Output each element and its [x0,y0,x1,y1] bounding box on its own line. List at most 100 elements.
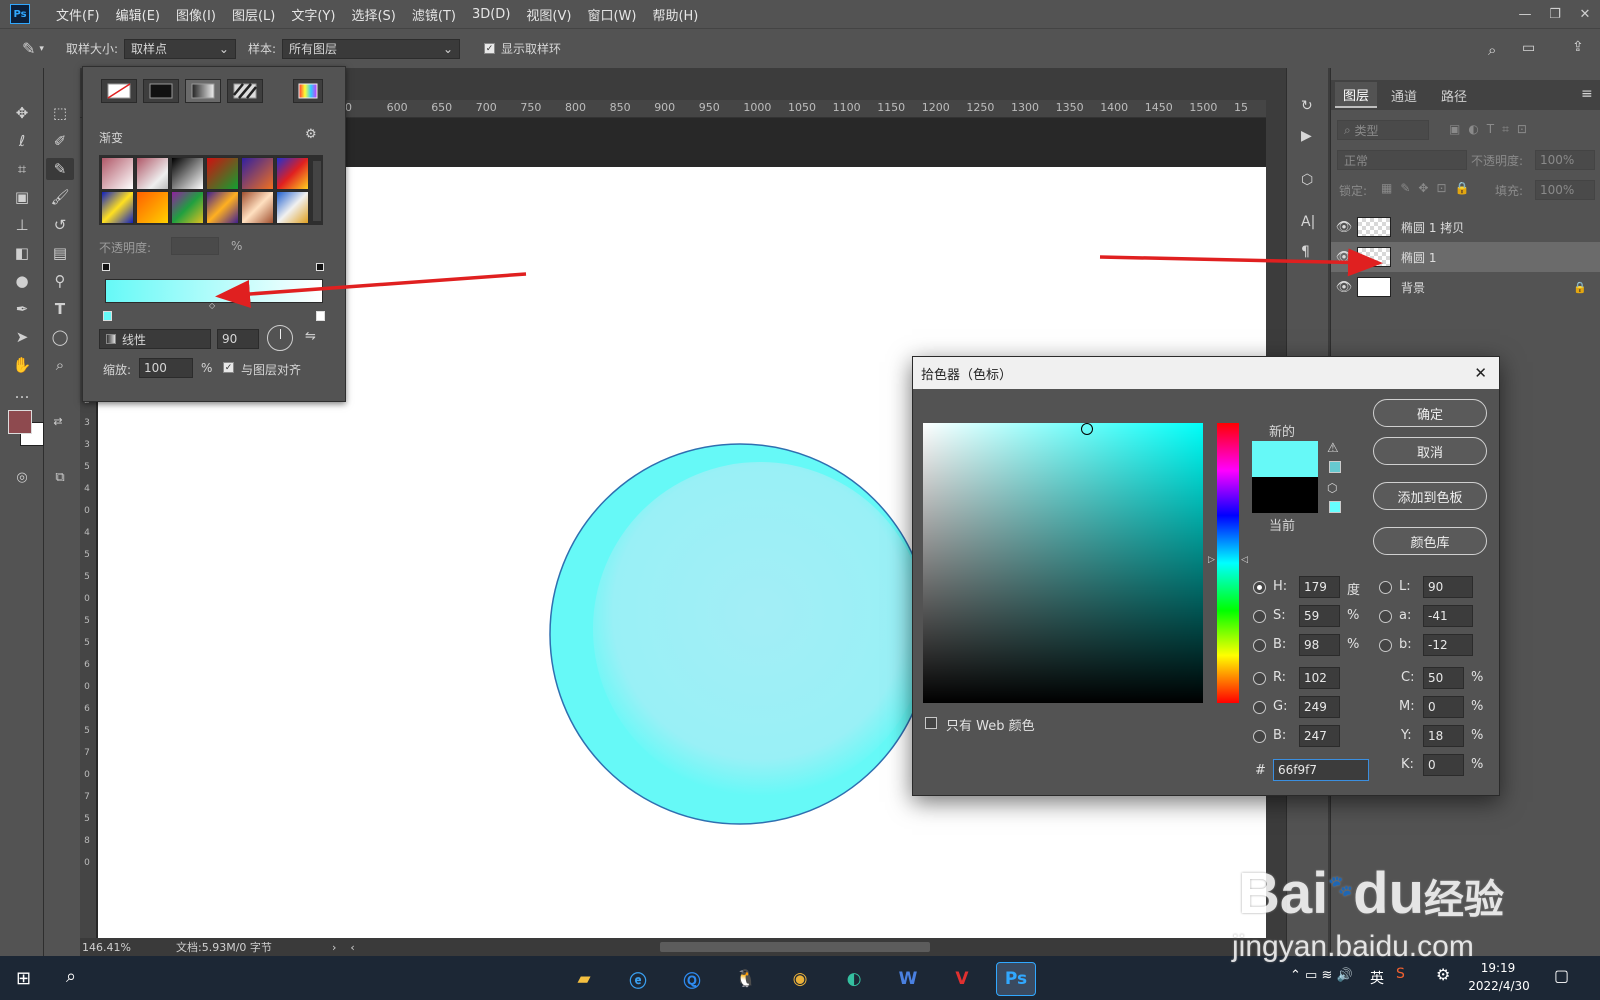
opacity-input[interactable] [171,237,219,255]
stamp-tool-icon[interactable]: ⊥ [8,214,36,236]
menu-3d[interactable]: 3D(D) [464,7,518,22]
notification-icon[interactable]: ▢ [1554,966,1569,985]
chrome-icon[interactable]: ◉ [780,962,820,996]
red-radio[interactable] [1253,672,1266,685]
ellipse-tool-icon[interactable]: ◯ [46,326,74,348]
close-icon[interactable]: ✕ [1474,364,1487,382]
eye-icon[interactable]: 👁 [1331,280,1357,295]
show-ring-checkbox[interactable]: ✓ [484,43,496,54]
chevron-down-icon[interactable]: ▾ [39,44,44,54]
color-stop-right[interactable] [316,311,325,321]
hand-tool-icon[interactable]: ✋ [8,354,36,376]
web-safe-cube-icon[interactable]: ⬡ [1327,481,1337,495]
lock-icons[interactable]: ▦✎✥⊡🔒 [1381,181,1477,195]
gradient-tool-icon[interactable]: ▤ [46,242,74,264]
browser-q-icon[interactable]: Ⓠ [672,962,712,996]
b-channel-field[interactable]: -12 [1423,634,1473,656]
history-brush-icon[interactable]: ↺ [46,214,74,236]
yellow-field[interactable]: 18 [1423,725,1464,747]
menu-select[interactable]: 选择(S) [343,5,403,24]
pattern-fill-button[interactable] [227,79,263,103]
menu-help[interactable]: 帮助(H) [644,5,706,24]
3d-icon[interactable]: ⬡ [1301,172,1313,188]
restore-button[interactable]: ❐ [1540,0,1570,28]
zoom-level[interactable]: 146.41% [82,941,172,954]
layer-row-background[interactable]: 👁 背景 🔒 [1331,272,1600,302]
web-safe-swatch[interactable] [1329,501,1341,513]
gradient-preset[interactable] [206,157,239,190]
green-radio[interactable] [1253,701,1266,714]
opacity-stop-right[interactable] [316,263,324,271]
hue-field[interactable]: 179 [1299,576,1340,598]
close-button[interactable]: ✕ [1570,0,1600,28]
sample-size-select[interactable]: 取样点 ⌄ [123,38,236,59]
color-libraries-button[interactable]: 颜色库 [1373,527,1487,555]
blur-tool-icon[interactable]: ● [8,270,36,292]
layer-filter-select[interactable]: ⌕ 类型 [1337,120,1429,140]
eraser-tool-icon[interactable]: ◧ [8,242,36,264]
magenta-field[interactable]: 0 [1423,696,1464,718]
green-field[interactable]: 249 [1299,696,1340,718]
pen-tool-icon[interactable]: ✒ [8,298,36,320]
saturation-field[interactable]: 59 [1299,605,1340,627]
brightness-field[interactable]: 98 [1299,634,1340,656]
menu-image[interactable]: 图像(I) [168,5,224,24]
black-field[interactable]: 0 [1423,754,1464,776]
hue-slider[interactable] [1217,423,1239,703]
hue-slider-left-arrow-icon[interactable]: ▷ [1208,555,1215,565]
qq-icon[interactable]: 🐧 [726,962,766,996]
windows-start-icon[interactable]: ⊞ [16,968,31,989]
lightness-field[interactable]: 90 [1423,576,1473,598]
gradient-preset[interactable] [276,157,309,190]
layer-opacity-input[interactable]: 100% [1535,150,1595,170]
red-field[interactable]: 102 [1299,667,1340,689]
search-icon[interactable]: ⌕ [1488,41,1496,59]
search-icon[interactable]: ⌕ [66,966,76,987]
history-icon[interactable]: ↻ [1301,98,1313,114]
tab-paths[interactable]: 路径 [1433,82,1475,108]
gradient-preset[interactable] [101,191,134,224]
lightness-radio[interactable] [1379,581,1392,594]
eyedropper-icon[interactable]: ✎ [22,39,35,58]
gradient-preset[interactable] [241,157,274,190]
gradient-preset[interactable] [136,191,169,224]
ie-browser-icon[interactable]: ⓔ [618,962,658,996]
photoshop-taskbar-icon[interactable]: Ps [996,962,1036,996]
marquee-tool-icon[interactable]: ⬚ [46,102,74,124]
menu-file[interactable]: 文件(F) [48,5,108,24]
align-with-layer-checkbox[interactable]: ✓ [223,362,234,373]
b-channel-radio[interactable] [1379,639,1392,652]
cyan-field[interactable]: 50 [1423,667,1464,689]
zoom-tool-icon[interactable]: ⌕ [46,354,74,376]
web-only-checkbox[interactable] [925,717,937,729]
color-field-cursor[interactable] [1081,423,1093,435]
gradient-preset[interactable] [136,157,169,190]
panel-menu-icon[interactable]: ≡ [1581,86,1593,102]
tray-icons[interactable]: ⌃ ▭ ≋ 🔊 [1290,968,1353,983]
saturation-brightness-field[interactable] [923,423,1203,703]
a-channel-field[interactable]: -41 [1423,605,1473,627]
a-channel-radio[interactable] [1379,610,1392,623]
quick-select-tool-icon[interactable]: ✐ [46,130,74,152]
clock-date[interactable]: 2022/4/30 [1466,979,1532,993]
hex-field[interactable]: 66f9f7 [1273,759,1369,781]
opacity-stop-left[interactable] [102,263,110,271]
angle-dial[interactable] [267,325,293,351]
blue-radio[interactable] [1253,730,1266,743]
gear-icon[interactable]: ⚙ [305,127,317,142]
layer-row-ellipse-1[interactable]: 👁 椭圆 1 [1331,242,1600,272]
out-of-gamut-warning-icon[interactable]: ⚠ [1327,441,1339,456]
word-icon[interactable]: W [888,962,928,996]
settings-gear-icon[interactable]: ⚙ [1436,965,1450,984]
brush-tool-icon[interactable]: 🖌 [46,186,74,208]
hue-radio[interactable] [1253,581,1266,594]
eye-icon[interactable]: 👁 [1331,250,1357,265]
current-color-preview[interactable] [1252,477,1318,513]
character-icon[interactable]: A| [1301,214,1315,230]
wps-icon[interactable]: V [942,962,982,996]
file-explorer-icon[interactable]: ▰ [564,962,604,996]
swap-colors-icon[interactable]: ⇄ [44,410,72,432]
midpoint-diamond-icon[interactable]: ◇ [209,301,215,310]
color-picker-button[interactable] [293,79,323,103]
sogou-icon[interactable]: S [1396,966,1405,982]
